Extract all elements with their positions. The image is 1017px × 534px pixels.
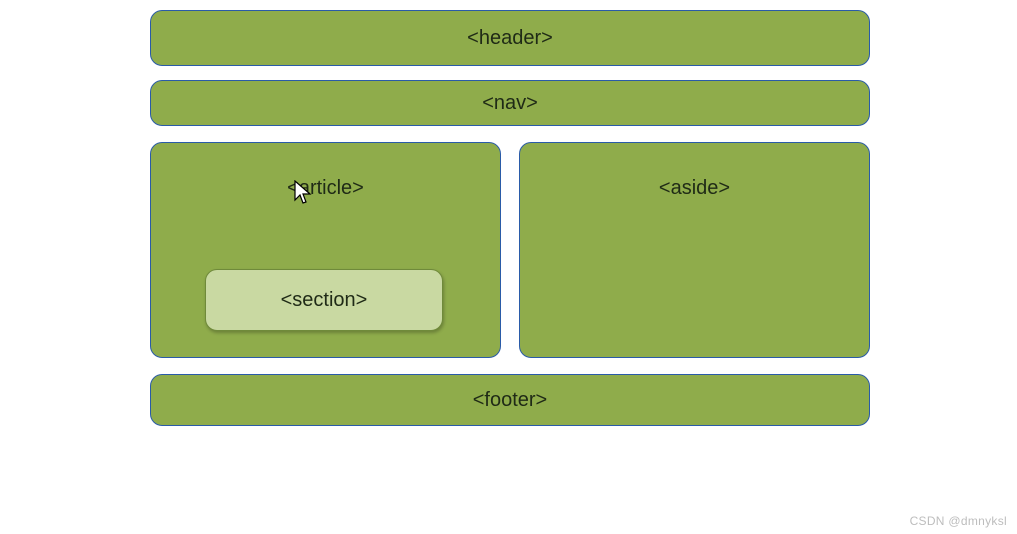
section-label: <section> — [281, 289, 368, 312]
layout-diagram: <header> <nav> <article> <section> <asid… — [150, 10, 870, 426]
footer-label: <footer> — [473, 389, 548, 412]
article-label: <article> — [151, 177, 500, 200]
header-box: <header> — [150, 10, 870, 66]
aside-box: <aside> — [519, 142, 870, 358]
nav-box: <nav> — [150, 80, 870, 126]
footer-box: <footer> — [150, 374, 870, 426]
section-box: <section> — [205, 269, 443, 331]
article-box: <article> <section> — [150, 142, 501, 358]
middle-row: <article> <section> <aside> — [150, 142, 870, 358]
nav-label: <nav> — [482, 92, 538, 115]
watermark-text: CSDN @dmnyksl — [910, 514, 1007, 528]
header-label: <header> — [467, 27, 553, 50]
aside-label: <aside> — [520, 177, 869, 200]
